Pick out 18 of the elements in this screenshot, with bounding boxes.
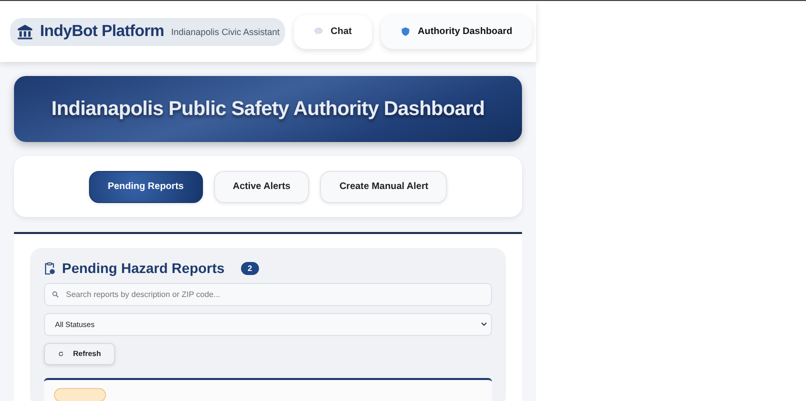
chevron-down-icon [481,322,487,326]
dashboard-title: Indianapolis Public Safety Authority Dashboard [51,98,485,120]
nav-button[interactable]: Chat [294,14,372,48]
panel-title: Pending Hazard Reports [62,260,225,276]
count-badge: 2 [240,262,260,274]
tab[interactable]: Create Manual Alert [320,170,448,202]
clipboard-icon [44,262,55,274]
building-icon [17,24,33,40]
refresh-icon [58,350,64,357]
chat-bubble-icon [314,27,323,36]
brand-subtitle: Indianapolis Civic Assistant [171,26,280,36]
brand-name: IndyBot Platform [40,22,164,40]
tab[interactable]: Pending Reports [88,170,203,202]
shield-icon [400,27,410,36]
search-field[interactable]: Search reports by description or ZIP code... [44,283,492,306]
tab[interactable]: Active Alerts [214,170,310,202]
status-pill [54,388,106,401]
nav-button[interactable]: Authority Dashboard [380,14,532,48]
